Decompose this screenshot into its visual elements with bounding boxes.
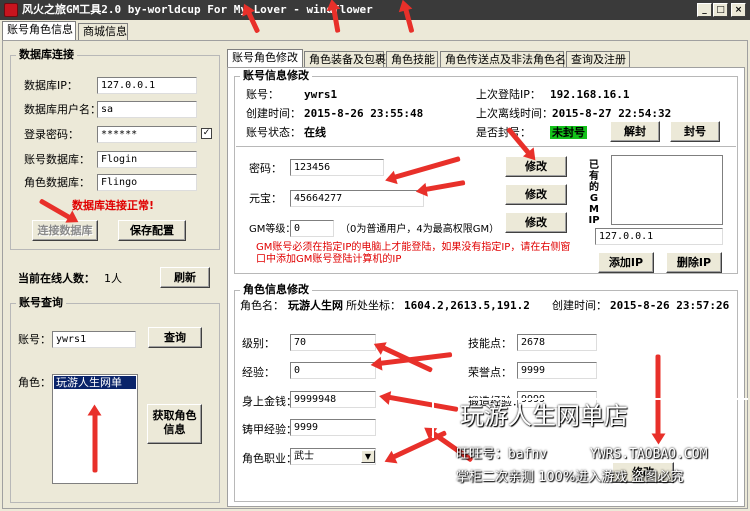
- refresh-button[interactable]: 刷新: [160, 267, 210, 288]
- db-group-title: 数据库连接: [16, 48, 77, 61]
- add-ip-button[interactable]: 添加IP: [598, 252, 654, 273]
- ban-button[interactable]: 封号: [670, 121, 720, 142]
- created-label: 创建时间：: [246, 107, 301, 120]
- status-value: 在线: [304, 126, 326, 139]
- skill-points-input[interactable]: 2678: [517, 334, 597, 351]
- exp-input[interactable]: 0: [290, 362, 376, 379]
- tab-account-role-edit[interactable]: 账号角色修改: [227, 49, 303, 68]
- status-label: 账号状态：: [246, 126, 301, 139]
- query-button[interactable]: 查询: [148, 327, 202, 348]
- modify-yuanbao-button[interactable]: 修改: [505, 184, 567, 205]
- tab-account-role[interactable]: 账号角色信息: [2, 21, 76, 40]
- gm-level-input[interactable]: 0: [290, 220, 334, 237]
- gm-ip-listbox[interactable]: [611, 155, 723, 225]
- watermark-shop-name: 玩游人生网单店: [460, 402, 628, 430]
- role-created-value: 2015-8-26 23:57:26: [610, 299, 730, 312]
- close-button[interactable]: ×: [731, 3, 746, 17]
- tab-role-skills[interactable]: 角色技能: [386, 51, 438, 68]
- db-ip-input[interactable]: 127.0.0.1: [97, 77, 197, 94]
- role-db-label: 角色数据库：: [24, 176, 90, 189]
- role-list-label: 角色：: [18, 376, 51, 389]
- db-ip-label: 数据库IP：: [24, 79, 78, 92]
- modify-gm-button[interactable]: 修改: [505, 212, 567, 233]
- honor-label: 荣誉点：: [468, 366, 512, 379]
- query-account-input[interactable]: ywrs1: [52, 331, 136, 348]
- fetch-role-info-line2: 信息: [163, 423, 186, 436]
- online-count-value: 1人: [104, 272, 122, 285]
- maximize-button[interactable]: □: [713, 3, 728, 17]
- fetch-role-info-line1: 获取角色: [152, 409, 197, 422]
- tab-query-register[interactable]: 查询及注册: [566, 51, 630, 68]
- last-logout-label: 上次离线时间：: [476, 107, 553, 120]
- db-user-input[interactable]: sa: [97, 101, 197, 118]
- acct-value: ywrs1: [304, 88, 338, 101]
- gm-ip-notice: GM账号必须在指定IP的电脑上才能登陆，如果没有指定IP，请在右侧窗口中添加GM…: [256, 242, 571, 265]
- account-divider: [236, 146, 736, 147]
- window-title: 风火之旅GM工具2.0 by-worldcup For My Lover - w…: [22, 3, 373, 16]
- banned-label: 是否封号：: [476, 126, 531, 139]
- gm-level-hint: （0为普通用户，4为最高权限GM）: [340, 224, 500, 235]
- gold-input[interactable]: 9999948: [290, 391, 376, 408]
- yuanbao-input[interactable]: 45664277: [290, 190, 424, 207]
- watermark-wangwang: 旺旺号：bafnv: [456, 447, 548, 462]
- tab-teleport-names[interactable]: 角色传送点及非法角色名: [440, 51, 566, 68]
- status-badge: 未封号: [550, 126, 587, 139]
- gold-label: 身上金钱：: [242, 395, 297, 408]
- watermark-slogan: 掌柜二次亲测 100%进入游戏 盗图必究: [456, 470, 684, 485]
- online-count-label: 当前在线人数：: [18, 272, 95, 285]
- password-input[interactable]: 123456: [290, 159, 384, 176]
- created-value: 2015-8-26 23:55:48: [304, 107, 424, 120]
- gm-ip-input[interactable]: 127.0.0.1: [595, 228, 723, 245]
- level-input[interactable]: 70: [290, 334, 376, 351]
- db-status-text: 数据库连接正常!: [72, 199, 155, 212]
- tab-role-equipment[interactable]: 角色装备及包裹: [304, 51, 386, 68]
- role-group-title: 角色信息修改: [240, 283, 312, 296]
- role-created-label: 创建时间：: [552, 299, 607, 312]
- app-icon: [4, 3, 18, 17]
- connect-db-button[interactable]: 连接数据库: [32, 220, 98, 241]
- last-ip-label: 上次登陆IP：: [476, 88, 541, 101]
- coords-value: 1604.2,2613.5,191.2: [404, 299, 530, 312]
- account-db-input[interactable]: Flogin: [97, 151, 197, 168]
- yuanbao-label: 元宝：: [249, 192, 282, 205]
- acct-label: 账号：: [246, 88, 279, 101]
- level-label: 级别：: [242, 337, 275, 350]
- gm-level-label: GM等级：: [249, 224, 296, 235]
- delete-ip-button[interactable]: 删除IP: [666, 252, 722, 273]
- unban-button[interactable]: 解封: [610, 121, 660, 142]
- gm-ip-title: 已有的GM IP: [588, 160, 600, 226]
- account-group-title: 账号信息修改: [240, 69, 312, 82]
- skill-points-label: 技能点：: [468, 337, 512, 350]
- role-db-input[interactable]: Flingo: [97, 174, 197, 191]
- account-db-label: 账号数据库：: [24, 153, 90, 166]
- last-logout-value: 2015-8-27 22:54:32: [552, 107, 672, 120]
- db-password-label: 登录密码：: [24, 128, 79, 141]
- password-label: 密码：: [249, 162, 282, 175]
- query-group-title: 账号查询: [16, 296, 66, 309]
- exp-label: 经验：: [242, 366, 275, 379]
- chevron-down-icon[interactable]: ▼: [361, 450, 375, 463]
- list-item[interactable]: 玩游人生网单: [54, 376, 136, 389]
- db-password-input[interactable]: ******: [97, 126, 197, 143]
- fetch-role-info-button[interactable]: 获取角色 信息: [147, 404, 202, 444]
- arrow-icon: [92, 412, 98, 473]
- minimize-button[interactable]: _: [697, 3, 712, 17]
- role-name-value: 玩游人生网: [288, 299, 343, 312]
- casting-exp-label: 铸甲经验：: [242, 423, 297, 436]
- casting-exp-input[interactable]: 9999: [290, 419, 376, 436]
- watermark-url: YWRS.TAOBAO.COM: [590, 447, 708, 462]
- query-account-label: 账号：: [18, 333, 51, 346]
- job-label: 角色职业：: [242, 452, 297, 465]
- honor-input[interactable]: 9999: [517, 362, 597, 379]
- db-user-label: 数据库用户名：: [24, 103, 101, 116]
- coords-label: 所处坐标：: [346, 299, 401, 312]
- role-name-label: 角色名：: [240, 299, 284, 312]
- last-ip-value: 192.168.16.1: [550, 88, 630, 101]
- tab-mall[interactable]: 商城信息: [78, 23, 128, 40]
- show-password-checkbox[interactable]: ✓: [201, 128, 212, 139]
- save-config-button[interactable]: 保存配置: [118, 220, 186, 241]
